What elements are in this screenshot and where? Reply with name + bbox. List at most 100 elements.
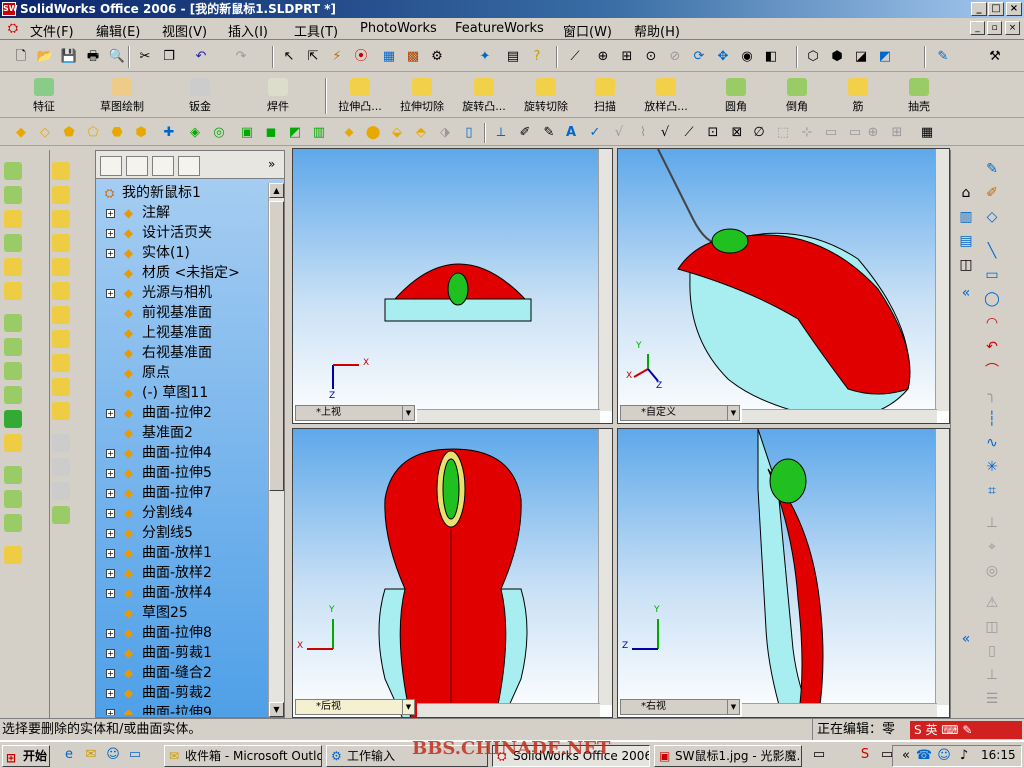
- area-hatch-icon[interactable]: ∅: [750, 124, 768, 142]
- pan-icon[interactable]: ✥: [714, 48, 732, 66]
- line-icon[interactable]: ╲: [983, 242, 1001, 260]
- extend-icon[interactable]: ⌖: [983, 538, 1001, 556]
- radiate-icon[interactable]: ⬗: [436, 124, 454, 142]
- surface-trim-icon[interactable]: [52, 378, 70, 396]
- shell-icon[interactable]: [4, 362, 22, 380]
- expand-toggle-icon[interactable]: +: [106, 689, 115, 698]
- dropdown-arrow-icon[interactable]: ▼: [402, 700, 414, 714]
- section-view-icon[interactable]: ✎: [934, 48, 952, 66]
- centerline-icon[interactable]: ┆: [983, 410, 1001, 428]
- surface-knit-icon[interactable]: ⬢: [132, 124, 150, 142]
- expand-toggle-icon[interactable]: +: [106, 549, 115, 558]
- pattern-sketch-icon[interactable]: ▯: [983, 642, 1001, 660]
- trim-icon[interactable]: ⊥: [983, 514, 1001, 532]
- expand-toggle-icon[interactable]: +: [106, 209, 115, 218]
- 3pt-arc-icon[interactable]: ⌒: [983, 362, 1001, 380]
- expand-toggle-icon[interactable]: +: [106, 409, 115, 418]
- cm-sketch[interactable]: 草图绘制: [92, 76, 152, 116]
- task-extra-icon[interactable]: ▭: [810, 746, 828, 764]
- thicken-icon[interactable]: ▥: [310, 124, 328, 142]
- surface-knit-icon[interactable]: [52, 306, 70, 324]
- open-icon[interactable]: 📂: [36, 48, 54, 66]
- surface-offset-icon[interactable]: [52, 258, 70, 276]
- cosmetic-thread-icon[interactable]: ▭: [846, 124, 864, 142]
- extrude-cut-button[interactable]: 拉伸切除: [392, 76, 452, 116]
- home-icon[interactable]: ⌂: [957, 184, 975, 202]
- surface-sweep-icon[interactable]: [52, 210, 70, 228]
- reference-geometry-icon[interactable]: [4, 546, 22, 564]
- loft-icon[interactable]: [4, 258, 22, 276]
- tray-qq-icon[interactable]: ☺: [935, 747, 953, 765]
- geometric-tolerance-icon[interactable]: √: [656, 124, 674, 142]
- fillet-button[interactable]: 圆角: [706, 76, 766, 116]
- copy-icon[interactable]: ❐: [160, 48, 178, 66]
- traffic-light-icon[interactable]: ⦿: [352, 48, 370, 66]
- rotate-icon[interactable]: ⟳: [690, 48, 708, 66]
- tree-item[interactable]: + ◆ 注解: [96, 203, 266, 223]
- note-icon[interactable]: ✐: [516, 124, 534, 142]
- mirror-icon[interactable]: [4, 514, 22, 532]
- dropdown-arrow-icon[interactable]: ▼: [402, 406, 414, 420]
- viewport-hscroll[interactable]: [742, 409, 937, 423]
- extrude-icon[interactable]: [4, 162, 22, 180]
- file-explorer-icon[interactable]: ▤: [957, 232, 975, 250]
- select-arrow-icon[interactable]: ↖: [280, 48, 298, 66]
- chamfer-icon[interactable]: [4, 338, 22, 356]
- tree-item[interactable]: + ◆ 曲面-放样2: [96, 563, 266, 583]
- tree-item[interactable]: + ◆ 光源与相机: [96, 283, 266, 303]
- quicklaunch-qq-icon[interactable]: ☺: [104, 746, 122, 764]
- zoom-area-icon[interactable]: ⊞: [618, 48, 636, 66]
- ime-toolbar[interactable]: S 英 ⌨ ✎: [910, 721, 1022, 739]
- redo-icon[interactable]: ↷: [232, 48, 250, 66]
- tree-item[interactable]: + ◆ 曲面-拉伸5: [96, 463, 266, 483]
- viewport-hscroll[interactable]: [742, 703, 937, 717]
- expand-toggle-icon[interactable]: +: [106, 289, 115, 298]
- ruled-surface-icon[interactable]: ⬥: [340, 124, 358, 142]
- expand-toggle-icon[interactable]: +: [106, 449, 115, 458]
- surface-extrude-icon[interactable]: [52, 162, 70, 180]
- tray-chevron-icon[interactable]: «: [897, 747, 915, 765]
- surface-sweep-icon[interactable]: ⬟: [60, 124, 78, 142]
- circle-icon[interactable]: ◯: [983, 290, 1001, 308]
- menu-photoworks[interactable]: PhotoWorks: [360, 21, 437, 36]
- undo-icon[interactable]: ↶: [192, 48, 210, 66]
- layer-icon[interactable]: ⊞: [888, 124, 906, 142]
- panel-collapse-icon[interactable]: »: [268, 157, 275, 171]
- cut-with-surface-icon[interactable]: ▯: [460, 124, 478, 142]
- surface-revolve-icon[interactable]: [52, 186, 70, 204]
- design-library-icon[interactable]: ▥: [957, 208, 975, 226]
- offset-surface-icon[interactable]: ◎: [210, 124, 228, 142]
- mid-surface-icon[interactable]: [52, 482, 70, 500]
- tree-item[interactable]: ◆ (-) 草图11: [96, 383, 266, 403]
- view-orient-icon[interactable]: ◉: [738, 48, 756, 66]
- scroll-down-button[interactable]: ▼: [269, 702, 284, 717]
- tree-item[interactable]: + ◆ 曲面-拉伸2: [96, 403, 266, 423]
- viewport-top[interactable]: X Z *上视 ▼: [292, 148, 613, 424]
- doc-restore-button[interactable]: ▫: [987, 21, 1002, 35]
- tree-item[interactable]: + ◆ 曲面-剪裁1: [96, 643, 266, 663]
- tree-item[interactable]: + ◆ 实体(1): [96, 243, 266, 263]
- options-icon[interactable]: ⚙: [428, 48, 446, 66]
- tree-item[interactable]: ◆ 基准面2: [96, 423, 266, 443]
- surface-loft-icon[interactable]: ⬠: [84, 124, 102, 142]
- expand-toggle-icon[interactable]: +: [106, 629, 115, 638]
- tree-item[interactable]: ◆ 材质 <未指定>: [96, 263, 266, 283]
- quicklaunch-desktop-icon[interactable]: ▭: [126, 746, 144, 764]
- move-face-icon[interactable]: ◈: [186, 124, 204, 142]
- doc-close-button[interactable]: ×: [1005, 21, 1020, 35]
- surface-planar-icon[interactable]: [52, 330, 70, 348]
- expand-toggle-icon[interactable]: +: [106, 509, 115, 518]
- cut-extrude-icon[interactable]: [4, 186, 22, 204]
- text-icon[interactable]: A: [562, 124, 580, 142]
- datum-target-icon[interactable]: ⊡: [704, 124, 722, 142]
- expand-panel-icon[interactable]: «: [957, 284, 975, 302]
- cm-sheetmetal[interactable]: 钣金: [170, 76, 230, 116]
- tree-item[interactable]: + ◆ 曲面-放样4: [96, 583, 266, 603]
- 3d-sketch-icon[interactable]: ✐: [983, 184, 1001, 202]
- expand-toggle-icon[interactable]: +: [106, 249, 115, 258]
- tree-item[interactable]: ◆ 原点: [96, 363, 266, 383]
- rib-icon[interactable]: [4, 410, 22, 428]
- table-dropdown-icon[interactable]: ▦: [918, 124, 936, 142]
- quicklaunch-outlook-icon[interactable]: ✉: [82, 746, 100, 764]
- quicklaunch-ie-icon[interactable]: e: [60, 746, 78, 764]
